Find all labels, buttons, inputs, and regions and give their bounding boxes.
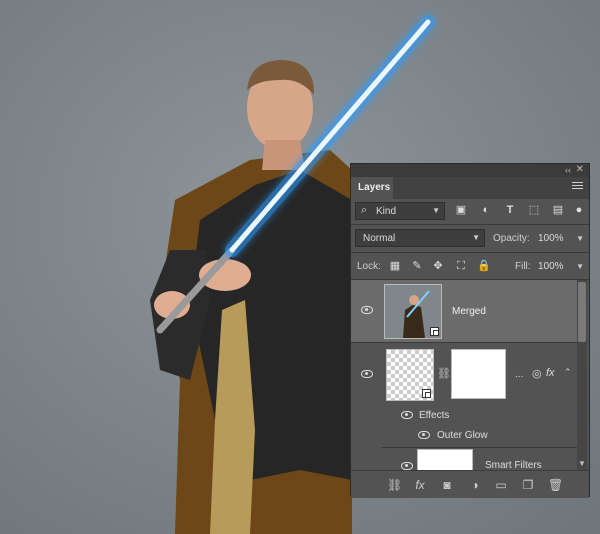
close-panel-button[interactable]: ✕ [576,164,584,175]
lock-all-icon[interactable]: 🔒 [477,260,491,272]
scrollbar-thumb[interactable] [578,282,586,342]
smart-object-icon: ◎ [532,368,542,380]
fill-label: Fill: [515,261,531,272]
link-icon[interactable]: ⛓ [437,367,451,380]
effects-row[interactable]: Effects [351,405,578,425]
layer-thumbnail [386,349,434,401]
layer-mask-thumbnail[interactable] [451,349,506,399]
visibility-eye-icon[interactable] [418,431,430,439]
opacity-dropdown-icon[interactable]: ▼ [576,234,584,243]
lock-label: Lock: [357,261,381,272]
blend-mode-value: Normal [363,233,396,244]
group-folder-icon[interactable]: ▭ [494,478,508,492]
panel-menu-icon[interactable] [572,182,583,191]
filter-toggle-icon[interactable]: ● [573,204,585,216]
adjustment-filter-icon[interactable]: ◐ [480,204,492,216]
visibility-eye-icon[interactable] [361,370,373,378]
layers-scrollbar[interactable]: ▼ [577,280,587,470]
tab-layers[interactable]: Layers [351,177,393,199]
lock-row: Lock: ▦ ✎ ✥ ⛶ 🔒 Fill: 100% ▼ [351,253,589,279]
chevron-down-icon: ▼ [432,206,440,215]
smart-filters-label: Smart Filters [485,460,542,470]
mask-icon[interactable]: ◙ [440,478,454,492]
lock-transparent-pixels-icon[interactable]: ▦ [389,260,401,272]
divider [351,224,589,225]
collapse-panel-button[interactable]: ‹‹ [565,165,571,175]
smart-filters-row[interactable]: Smart Filters [351,447,578,470]
kind-filter-select[interactable]: ⌕ Kind ▼ [355,202,445,220]
panel-tab-row: Layers [351,177,589,199]
link-layers-icon[interactable]: ⛓ [387,478,402,492]
lock-artboard-icon[interactable]: ⛶ [455,260,467,272]
layers-panel: ‹‹ ✕ Layers ⌕ Kind ▼ ▣ ◐ T ⬚ ▤ ● Normal … [350,163,590,498]
visibility-eye-icon[interactable] [361,306,373,314]
visibility-eye-icon[interactable] [401,462,413,470]
outer-glow-row[interactable]: Outer Glow [351,425,578,445]
opacity-field[interactable]: 100% [538,233,564,244]
fill-field[interactable]: 100% [538,261,564,272]
effects-label: Effects [419,410,450,421]
smart-filter-mask-thumbnail [417,449,473,470]
image-filter-icon[interactable]: ▣ [455,204,467,216]
smart-object-badge-icon [430,327,439,336]
scroll-down-icon[interactable]: ▼ [578,459,586,468]
expand-effects-chevron-icon[interactable]: ⌃ [564,367,572,378]
layer-ellipsis: ... [515,369,524,380]
fx-icon[interactable]: fx [413,478,427,492]
blend-row: Normal ▼ Opacity: 100% ▼ [351,226,589,250]
lock-position-icon[interactable]: ✥ [432,260,444,272]
panel-title-bar[interactable]: ‹‹ ✕ [351,164,589,177]
trash-icon[interactable]: 🗑 [548,478,563,492]
layer-row-smart-object[interactable]: ⛓ ... ◎ fx ⌃ [351,343,578,405]
shape-filter-icon[interactable]: ⬚ [528,204,540,216]
visibility-eye-icon[interactable] [401,411,413,419]
type-filter-icon[interactable]: T [504,204,516,216]
layer-thumbnail [384,284,442,339]
layers-bottom-toolbar: ⛓ fx ◙ ◑ ▭ ❐ 🗑 [351,470,589,498]
layer-name[interactable]: Merged [452,306,486,317]
kind-filter-label: Kind [376,206,397,217]
lock-image-pixels-icon[interactable]: ✎ [411,260,423,272]
outer-glow-label: Outer Glow [437,430,488,441]
divider [381,447,578,448]
smart-object-badge-icon [422,389,431,398]
adjustment-layer-icon[interactable]: ◑ [468,478,482,492]
search-icon: ⌕ [361,204,368,216]
fill-dropdown-icon[interactable]: ▼ [576,262,584,271]
layer-row-merged[interactable]: Merged [351,280,578,342]
chevron-down-icon: ▼ [472,233,480,242]
filter-row: ⌕ Kind ▼ ▣ ◐ T ⬚ ▤ ● [351,199,589,223]
new-layer-icon[interactable]: ❐ [521,478,535,492]
fx-badge[interactable]: fx [546,367,555,379]
opacity-label: Opacity: [493,233,530,244]
blend-mode-select[interactable]: Normal ▼ [355,229,485,247]
smart-object-filter-icon[interactable]: ▤ [552,204,564,216]
